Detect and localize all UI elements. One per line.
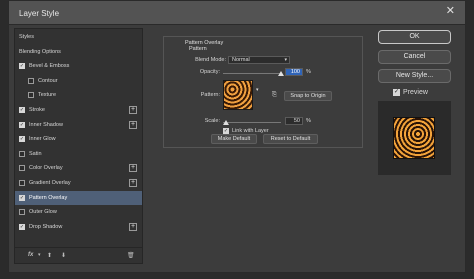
sidebar-item-gradient-overlay[interactable]: Gradient Overlay + [15, 176, 142, 190]
sidebar-item-contour[interactable]: Contour [15, 74, 142, 88]
add-effect-icon[interactable]: + [129, 106, 137, 114]
add-effect-icon[interactable]: + [129, 222, 137, 231]
checkbox[interactable]: ✓ [19, 223, 25, 230]
sidebar-footer: fx ▾ ⬆ ⬇ 🗑 [15, 247, 142, 263]
sidebar-item-label: Satin [29, 150, 42, 157]
pattern-label: Pattern: [200, 92, 220, 98]
move-up-icon[interactable]: ⬆ [47, 252, 52, 259]
opacity-unit: % [306, 69, 311, 75]
pattern-dropdown-icon[interactable]: ▾ [256, 87, 259, 93]
scale-slider[interactable] [223, 122, 281, 123]
fx-icon[interactable]: fx [28, 252, 33, 258]
sidebar-item-label: Pattern Overlay [29, 194, 68, 201]
scale-slider-handle[interactable] [222, 120, 229, 125]
sidebar-item-label: Styles [19, 34, 34, 40]
sidebar-item-label: Inner Shadow [29, 121, 63, 128]
new-preset-icon[interactable]: ⎘ [272, 92, 280, 100]
checkbox[interactable]: ✓ [19, 136, 25, 143]
styles-sidebar: ✓ Drop Shadow + Outer Glow ✓ Pattern Overlay G… [14, 28, 143, 264]
checkbox[interactable] [19, 180, 25, 186]
sidebar-item-label: Contour [38, 77, 58, 84]
cancel-button[interactable]: Cancel [378, 50, 451, 64]
blend-mode-value: Normal [232, 57, 250, 63]
titlebar: Layer Style ✕ [9, 1, 465, 25]
sidebar-item-drop-shadow[interactable]: ✓ Drop Shadow + [15, 220, 142, 234]
preview-label: Preview [403, 89, 428, 96]
sidebar-item-stroke[interactable]: ✓ Stroke + [15, 103, 142, 117]
sidebar-item-label: Inner Glow [29, 136, 56, 143]
sidebar-item-blending-options[interactable]: Blending Options [15, 45, 142, 59]
fx-dropdown-icon[interactable]: ▾ [38, 252, 41, 258]
chevron-down-icon: ▾ [284, 57, 287, 63]
sidebar-item-label: Texture [38, 92, 57, 99]
scale-label: Scale: [204, 118, 220, 124]
opacity-slider-handle[interactable] [278, 71, 284, 76]
close-icon[interactable]: ✕ [446, 6, 455, 17]
sidebar-item-label: Color Overlay [29, 165, 63, 172]
subgroup-title: Pattern [189, 46, 207, 52]
new-style-button[interactable]: New Style... [378, 69, 451, 83]
sidebar-item-label: Bevel & Emboss [29, 63, 70, 70]
blend-mode-label: Blend Mode: [195, 57, 226, 63]
sidebar-item-label: Drop Shadow [29, 223, 63, 230]
opacity-slider[interactable] [223, 73, 281, 74]
dialog-title: Layer Style [19, 9, 60, 18]
trash-icon[interactable]: 🗑 [127, 252, 135, 259]
snap-to-origin-button[interactable]: Snap to Origin [284, 91, 332, 101]
make-default-button[interactable]: Make Default [211, 134, 257, 144]
background-bottom [0, 273, 474, 279]
move-down-icon[interactable]: ⬇ [61, 252, 66, 259]
checkbox[interactable]: ✓ [19, 63, 25, 70]
background-right [466, 0, 474, 279]
sidebar-item-styles[interactable]: Styles [15, 30, 142, 44]
checkbox[interactable]: ✓ [19, 121, 25, 128]
add-effect-icon[interactable]: + [129, 164, 137, 173]
opacity-label: Opacity: [199, 69, 220, 75]
pattern-overlay-group: Pattern Overlay Pattern Blend Mode: Norm… [163, 36, 363, 148]
sidebar-item-color-overlay[interactable]: Color Overlay + [15, 161, 142, 175]
sidebar-item-outer-glow[interactable]: Outer Glow [15, 205, 142, 219]
background-left [0, 0, 8, 279]
sidebar-item-bevel-emboss[interactable]: ✓ Bevel & Emboss [15, 59, 142, 73]
scale-unit: % [306, 118, 311, 124]
checkbox[interactable]: ✓ [19, 194, 25, 201]
scale-input[interactable]: 50 [285, 117, 303, 125]
add-effect-icon[interactable]: + [129, 120, 137, 129]
sidebar-item-label: Gradient Overlay [29, 180, 71, 186]
add-effect-icon[interactable]: + [129, 179, 137, 187]
pattern-swatch[interactable] [223, 80, 253, 110]
ok-button[interactable]: OK [378, 30, 451, 44]
checkbox[interactable] [19, 150, 25, 157]
checkbox[interactable] [28, 77, 34, 84]
sidebar-item-label: Stroke [29, 107, 45, 113]
checkbox[interactable] [19, 209, 25, 216]
opacity-input[interactable]: 100 [285, 68, 303, 76]
reset-to-default-button[interactable]: Reset to Default [263, 134, 318, 144]
sidebar-item-inner-glow[interactable]: ✓ Inner Glow [15, 132, 142, 146]
sidebar-item-satin[interactable]: Satin [15, 147, 142, 161]
checkbox[interactable]: ✓ [19, 107, 25, 113]
blend-mode-select[interactable]: Normal ▾ [228, 56, 290, 64]
sidebar-item-pattern-overlay[interactable]: ✓ Pattern Overlay [15, 190, 142, 205]
checkbox[interactable] [19, 165, 25, 172]
sidebar-item-texture[interactable]: Texture [15, 88, 142, 102]
sidebar-item-label: Blending Options [19, 48, 61, 55]
pattern-overlay-panel: Pattern Overlay Pattern Blend Mode: Norm… [153, 28, 371, 264]
sidebar-item-label: Outer Glow [29, 209, 57, 216]
checkbox[interactable] [28, 92, 34, 99]
sidebar-item-inner-shadow[interactable]: ✓ Inner Shadow + [15, 118, 142, 132]
preview-checkbox[interactable]: ✓ [393, 89, 400, 96]
style-preview-thumbnail [393, 117, 435, 159]
